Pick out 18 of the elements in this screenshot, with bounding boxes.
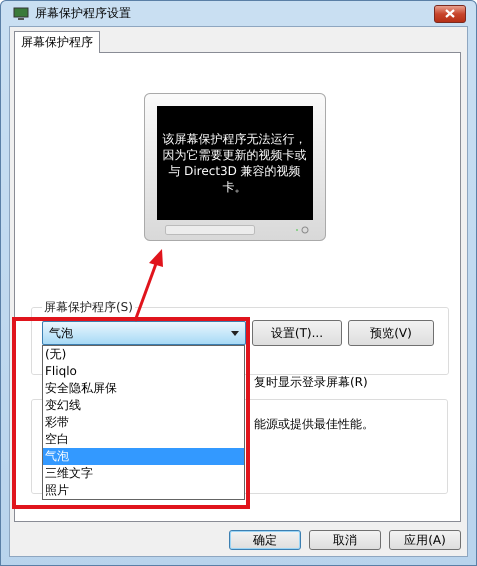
settings-button[interactable]: 设置(T)... (252, 320, 342, 346)
screensaver-dropdown[interactable]: 气泡 (42, 321, 246, 345)
preview-button[interactable]: 预览(V) (348, 320, 434, 346)
preview-message: 该屏幕保护程序无法运行，因为它需要更新的视频卡或与 Direct3D 兼容的视频卡。 (162, 131, 306, 195)
close-button[interactable] (434, 4, 466, 22)
window-title: 屏幕保护程序设置 (35, 5, 132, 22)
caret-icon (231, 330, 239, 336)
checkbox-label: 复时显示登录屏幕(R) (254, 374, 368, 391)
group-label: 屏幕保护程序(S) (43, 299, 134, 316)
dialog-button[interactable]: 确定 (229, 530, 301, 550)
dialog-button[interactable]: 取消 (309, 530, 381, 550)
dialog-button[interactable]: 应用(A) (389, 530, 461, 550)
monitor-slot-icon (164, 225, 254, 235)
power-text: 能源或提供最佳性能。 (254, 417, 374, 431)
power-light-icon (294, 226, 308, 234)
tab[interactable]: 屏幕保护程序 (14, 31, 100, 53)
monitor-icon (13, 6, 29, 20)
close-icon (445, 9, 455, 18)
